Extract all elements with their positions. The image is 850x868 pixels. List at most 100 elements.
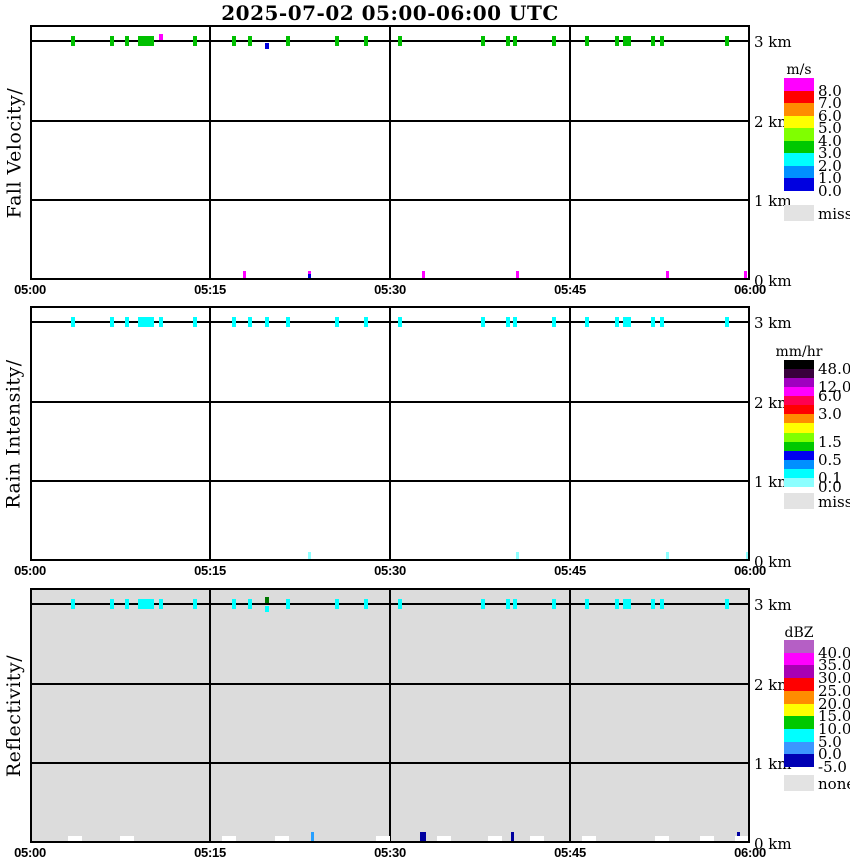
echo-mark-surface [665, 552, 669, 559]
echo-mark-3km [551, 599, 556, 609]
echo-mark-3km [109, 599, 114, 609]
x-tick-label: 05:45 [554, 282, 586, 297]
echo-mark-3km [109, 317, 114, 327]
echo-mark-3km [725, 317, 730, 327]
legend-color-band [784, 140, 814, 154]
legend-missing-label: none [818, 775, 850, 793]
echo-mark-surface [515, 552, 519, 559]
echo-mark-3km [512, 599, 517, 609]
echo-mark-3km [149, 599, 154, 609]
reflectivity-plot [30, 588, 750, 843]
echo-mark-surface [308, 552, 312, 559]
legend-color-band [784, 450, 814, 461]
y-axis-title-text: Fall Velocity/ [3, 87, 26, 218]
legend-color-band [784, 369, 814, 379]
legend-color-band [784, 405, 814, 415]
legend-color-band [784, 477, 814, 488]
legend-color-band [784, 178, 814, 191]
y-axis-title-text: Reflectivity/ [3, 654, 25, 777]
legend-color-band [784, 754, 814, 768]
echo-mark-3km [584, 36, 589, 46]
echo-mark-3km [584, 317, 589, 327]
echo-mark-surface [665, 271, 669, 278]
legend-color-band [784, 690, 814, 704]
echo-mark-3km [614, 36, 619, 46]
surface-clutter-bar [582, 836, 597, 841]
echo-mark-surface [307, 274, 311, 278]
legend-color-band [784, 703, 814, 717]
echo-mark-3km [125, 36, 130, 46]
legend-threshold-label: 0.0 [818, 181, 842, 200]
echo-mark-3km [125, 599, 130, 609]
gridline-v [209, 590, 211, 841]
echo-mark-3km [481, 599, 485, 609]
legend-color-band [784, 128, 814, 141]
legend-color-band [784, 459, 814, 470]
gridline-v [389, 308, 391, 559]
rain-intensity-plot [30, 306, 750, 561]
legend-color-band [784, 741, 814, 755]
surface-clutter-bar [699, 836, 714, 841]
x-tick-label: 05:15 [194, 845, 226, 860]
echo-mark-3km [232, 36, 236, 46]
gridline-v [569, 27, 571, 278]
y-axis-title-fall-velocity: Fall Velocity/ [0, 25, 28, 280]
legend-threshold-label: -5.0 [818, 758, 847, 776]
surface-clutter-bar [375, 836, 390, 841]
legend-color-band [784, 441, 814, 452]
x-tick-label: 05:30 [374, 282, 406, 297]
mrr-quicklook-chart: 2025-07-02 05:00-06:00 UTC Fall Velocity… [0, 0, 850, 868]
legend-color-band [784, 652, 814, 666]
legend-color-band [784, 103, 814, 116]
legend-color-band [784, 640, 814, 654]
echo-mark-surface [423, 832, 427, 841]
echo-mark-surface [743, 271, 747, 278]
echo-mark-3km [650, 36, 655, 46]
surface-clutter-bar [120, 836, 135, 841]
x-tick-label: 05:15 [194, 282, 226, 297]
legend-color-band [784, 423, 814, 433]
x-tick-label: 05:45 [554, 845, 586, 860]
echo-mark-surface [510, 832, 514, 841]
echo-mark-3km [193, 599, 197, 609]
echo-mark-3km [614, 317, 619, 327]
gridline-v [389, 590, 391, 841]
echo-mark-3km [335, 317, 340, 327]
echo-mark-3km [623, 36, 631, 46]
legend-threshold-label: 3.0 [818, 405, 842, 424]
legend-missing-swatch [784, 493, 814, 509]
x-tick-label: 05:15 [194, 563, 226, 578]
echo-mark-3km [725, 599, 730, 609]
echo-mark-3km [158, 317, 163, 327]
chart-title: 2025-07-02 05:00-06:00 UTC [221, 1, 559, 25]
y-tick-label: 3 km [754, 33, 792, 51]
y-axis-title-text: Rain Intensity/ [3, 358, 26, 509]
echo-mark-3km [286, 599, 290, 609]
gridline-v [569, 308, 571, 559]
echo-mark-3km [286, 317, 290, 327]
legend-color-band [784, 78, 814, 91]
legend-color-band [784, 378, 814, 388]
echo-mark-3km [398, 36, 403, 46]
echo-mark-3km [71, 317, 76, 327]
echo-mark-3km [512, 317, 517, 327]
echo-mark-3km [659, 599, 664, 609]
echo-mark-3km [158, 34, 163, 40]
echo-mark-3km [584, 599, 589, 609]
legend-title-ms: m/s [786, 62, 812, 78]
echo-mark-3km [232, 317, 236, 327]
legend-title-mmhr: mm/hr [775, 344, 823, 360]
echo-mark-3km [551, 36, 556, 46]
echo-mark-3km [193, 317, 197, 327]
echo-mark-3km [725, 36, 730, 46]
legend-color-band [784, 115, 814, 129]
surface-clutter-bar [734, 836, 748, 841]
echo-mark-surface [421, 271, 425, 278]
gridline-v [569, 590, 571, 841]
legend-threshold-label: 6.0 [818, 387, 842, 406]
surface-clutter-bar [275, 836, 289, 841]
legend-threshold-label: 0.5 [818, 450, 842, 469]
echo-mark-3km [512, 36, 517, 46]
legend-color-band [784, 165, 814, 179]
surface-clutter-bar [655, 836, 670, 841]
